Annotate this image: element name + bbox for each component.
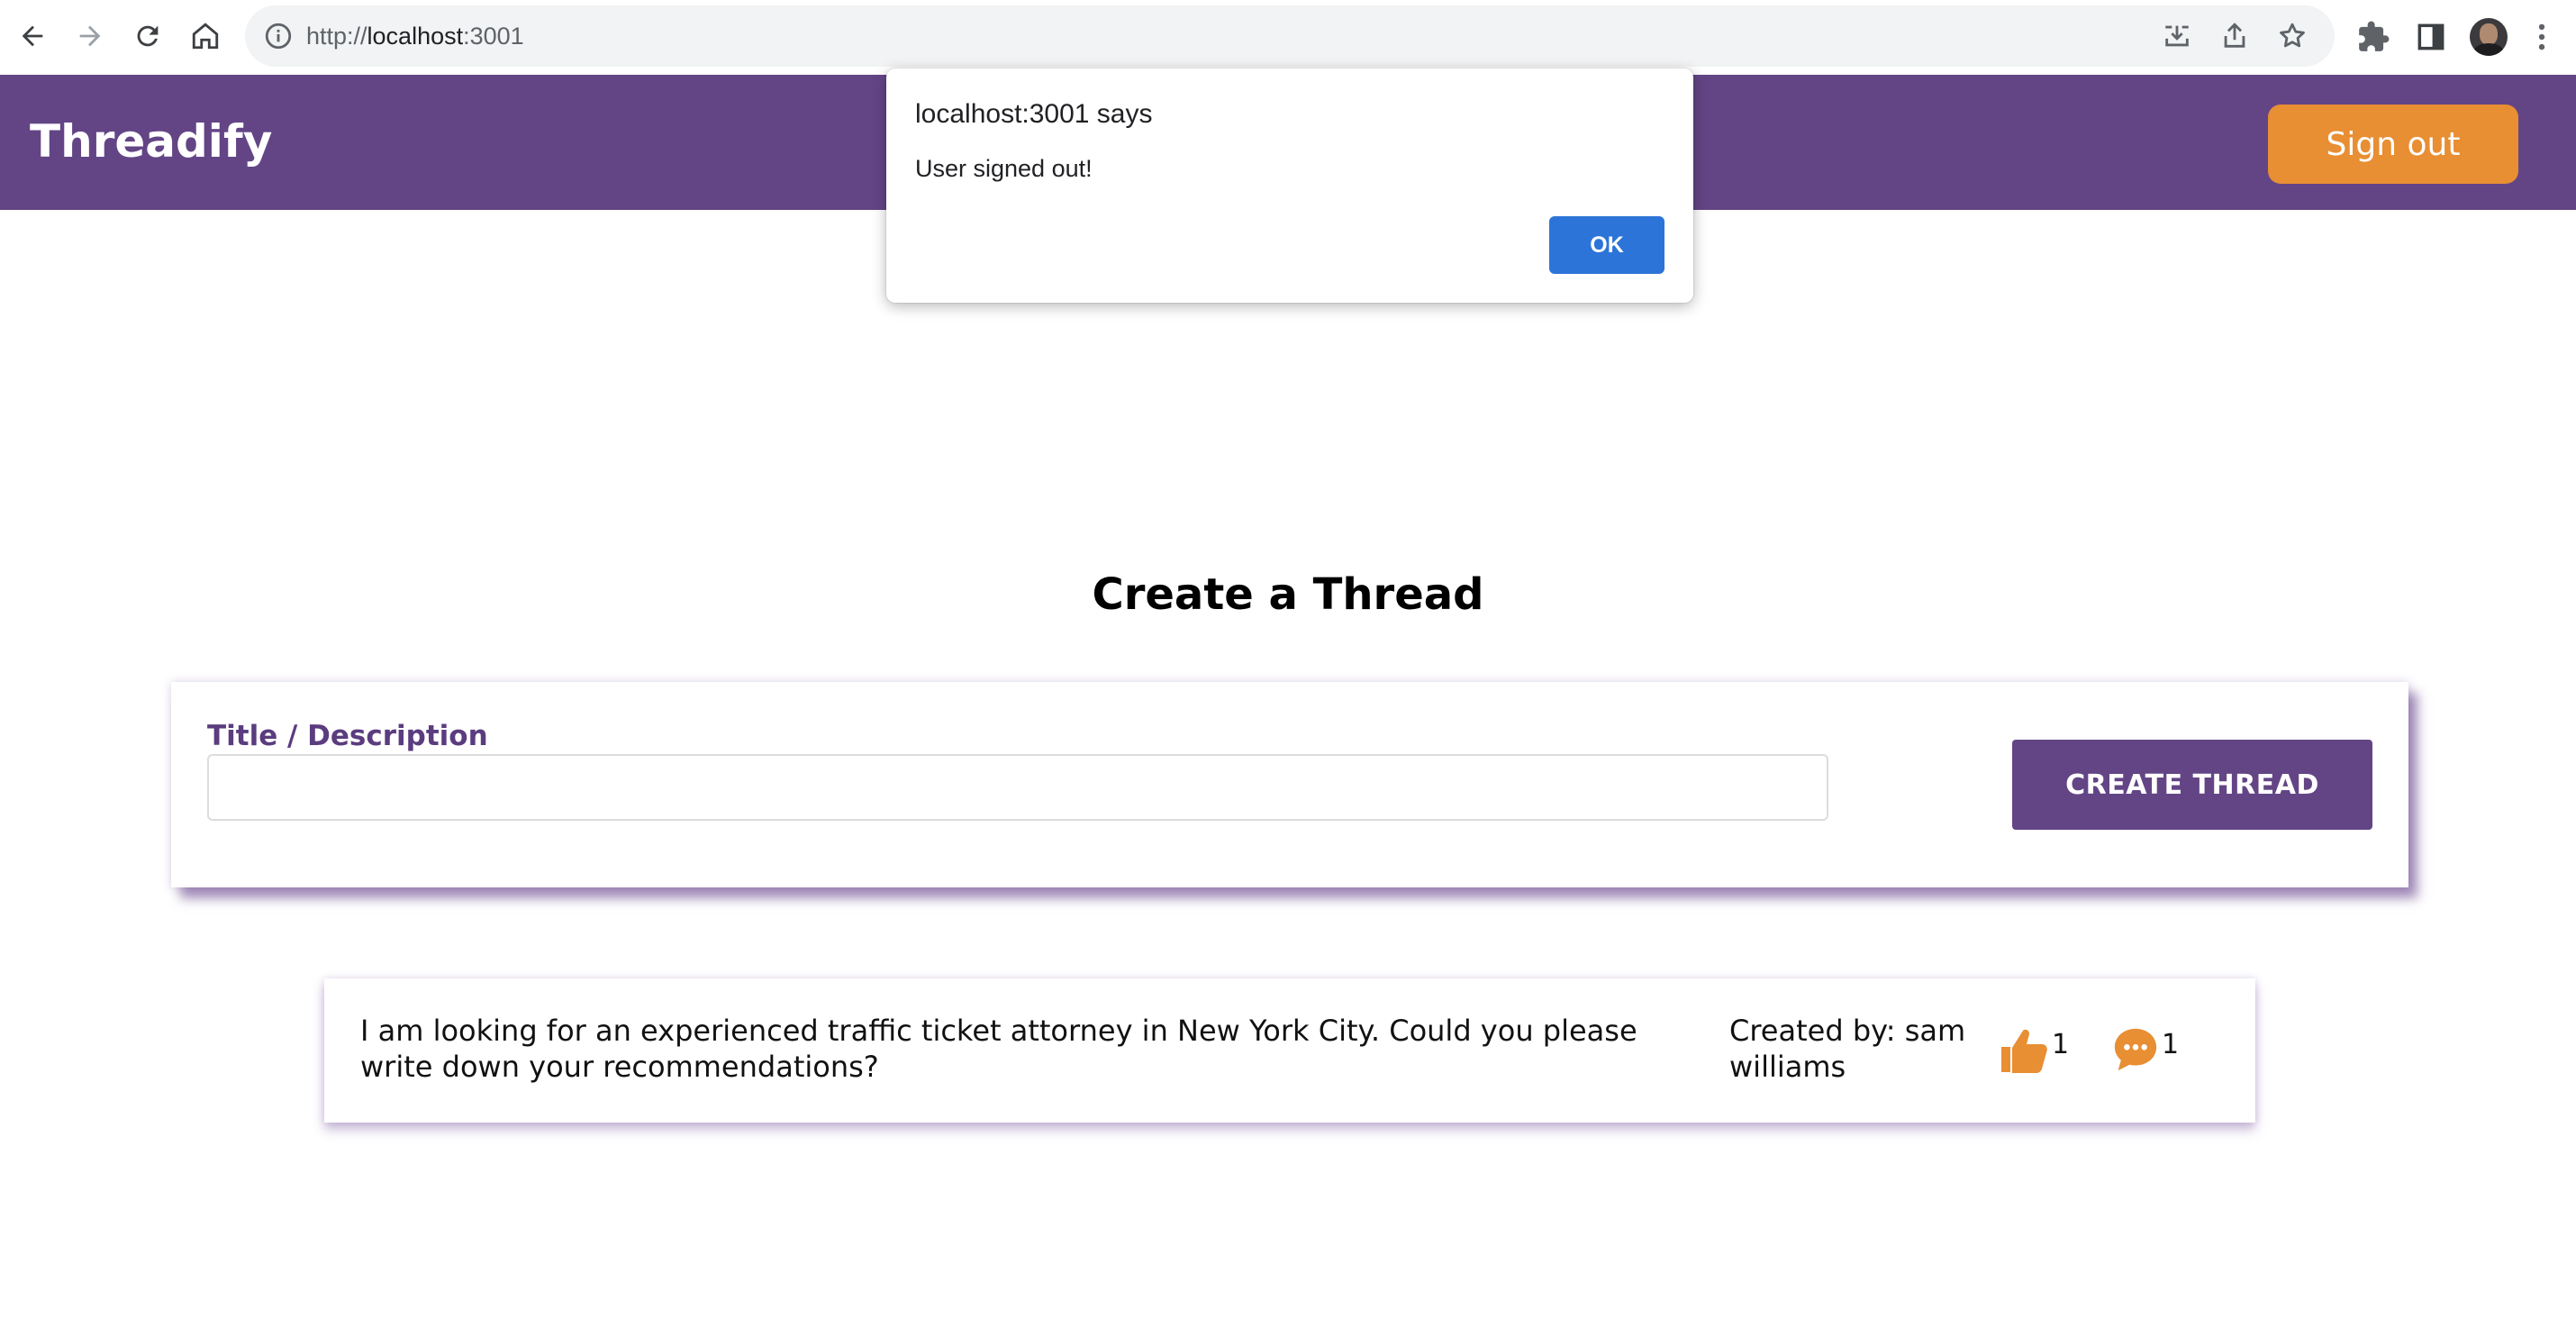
- address-bar[interactable]: http://localhost:3001: [245, 5, 2335, 67]
- home-icon[interactable]: [186, 16, 225, 56]
- create-thread-button[interactable]: CREATE THREAD: [2012, 740, 2372, 830]
- browser-toolbar: http://localhost:3001: [0, 0, 2576, 75]
- reload-icon[interactable]: [128, 16, 168, 56]
- sign-out-button[interactable]: Sign out: [2268, 105, 2518, 184]
- url-text[interactable]: http://localhost:3001: [306, 21, 524, 51]
- bookmark-star-icon[interactable]: [2277, 21, 2308, 51]
- comment-count: 1: [2162, 1029, 2180, 1060]
- side-panel-icon[interactable]: [2414, 20, 2448, 54]
- profile-avatar[interactable]: [2470, 18, 2508, 56]
- forward-icon[interactable]: [70, 16, 110, 56]
- back-icon[interactable]: [13, 16, 52, 56]
- brand-logo[interactable]: Threadify: [30, 113, 272, 171]
- dialog-message: User signed out!: [915, 155, 1093, 182]
- title-description-input[interactable]: [207, 754, 1828, 821]
- thumbs-up-icon[interactable]: [1998, 1025, 2052, 1074]
- install-icon[interactable]: [2162, 21, 2192, 51]
- extensions-icon[interactable]: [2356, 20, 2390, 54]
- dialog-title: localhost:3001 says: [915, 99, 1153, 129]
- comment-icon[interactable]: [2111, 1025, 2160, 1074]
- create-thread-form: Title / Description CREATE THREAD: [171, 682, 2408, 887]
- share-icon[interactable]: [2219, 21, 2250, 51]
- info-icon[interactable]: [263, 21, 294, 51]
- title-description-label: Title / Description: [207, 720, 488, 752]
- alert-dialog: localhost:3001 says User signed out! OK: [886, 68, 1693, 303]
- thread-item[interactable]: I am looking for an experienced traffic …: [324, 978, 2255, 1123]
- page-title: Create a Thread: [1092, 569, 1484, 620]
- like-count: 1: [2052, 1029, 2070, 1060]
- thread-author: Created by: sam williams: [1729, 1014, 1966, 1084]
- menu-icon[interactable]: [2533, 20, 2551, 54]
- thread-text[interactable]: I am looking for an experienced traffic …: [360, 1013, 1675, 1085]
- ok-button[interactable]: OK: [1549, 216, 1664, 274]
